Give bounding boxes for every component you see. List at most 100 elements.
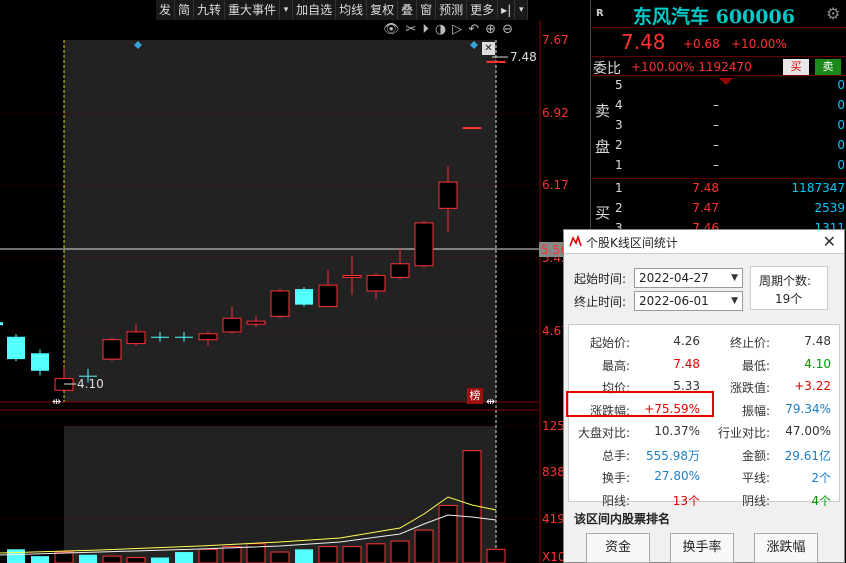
change-pct-highlight <box>566 391 714 417</box>
stat-label: 行业对比: <box>717 426 770 440</box>
toolbar-item-12[interactable]: ▸| <box>498 0 516 20</box>
stat-label: 平线: <box>741 471 770 485</box>
gear-icon[interactable]: ⚙ <box>826 4 840 23</box>
rank-turnover-button[interactable]: 换手率 <box>670 533 734 563</box>
candle-body <box>486 60 506 63</box>
rank-change-button[interactable]: 涨跌幅 <box>754 533 818 563</box>
stat-label: 阴线: <box>741 493 770 508</box>
scissors-icon[interactable]: ✂ <box>406 22 417 37</box>
quote-title-bar: R 东风汽车 600006 ⚙ <box>591 0 846 28</box>
rank-badge[interactable]: 榜 <box>467 388 483 404</box>
volume-bar <box>198 548 218 563</box>
volume-bar <box>366 543 386 563</box>
toolbar-item-3[interactable]: 重大事件 <box>225 0 281 20</box>
stat-label: 金额: <box>741 448 770 463</box>
bid-level: 2 <box>615 201 623 215</box>
stat-value: 10.37% <box>654 424 700 438</box>
dialog-header: 个股K线区间统计 ✕ <box>564 230 844 254</box>
stat-label: 终止价: <box>729 336 770 350</box>
close-icon[interactable]: ✕ <box>823 232 836 251</box>
undo-icon[interactable]: ↶ <box>468 22 479 37</box>
stat-label: 大盘对比: <box>577 426 630 440</box>
period-count-label: 周期个数: <box>759 274 812 288</box>
stat-label: 起始价: <box>589 336 630 350</box>
toolbar-item-8[interactable]: 叠 <box>398 0 418 20</box>
ask-row[interactable]: 2 – 0 <box>591 138 846 158</box>
bid-row[interactable]: 1 7.48 1187347 <box>591 181 846 201</box>
candle-body <box>318 284 338 308</box>
toolbar-item-6[interactable]: 均线 <box>336 0 368 20</box>
volume-bar <box>318 546 338 563</box>
stat-value: +3.22 <box>794 379 831 393</box>
eye-icon[interactable]: 👁 <box>383 22 400 37</box>
rank-section-title: 该区间内股票排名 <box>574 512 671 526</box>
candle-body <box>102 339 122 360</box>
stat-label: 阳线: <box>601 493 630 508</box>
end-time-select[interactable]: 2022-06-01 ▼ <box>634 291 743 311</box>
forward-icon[interactable]: ▷ <box>452 22 462 37</box>
chevron-down-icon: ▼ <box>731 296 738 306</box>
end-time-label: 终止时间: <box>574 295 627 309</box>
dialog-title: 个股K线区间统计 <box>586 236 678 250</box>
bid-volume: 1187347 <box>791 181 845 195</box>
candle-body <box>438 181 458 209</box>
range-shade <box>64 40 496 402</box>
bid-price: 7.48 <box>692 181 719 195</box>
toolbar-item-13[interactable]: ▾ <box>515 0 529 20</box>
ask-level: 3 <box>615 118 623 132</box>
toolbar-item-10[interactable]: 预测 <box>436 0 468 20</box>
toolbar-item-1[interactable]: 简 <box>175 0 195 20</box>
volume-bar <box>31 556 49 563</box>
r-badge: R <box>596 8 604 19</box>
zoom-in-icon[interactable]: ⊕ <box>485 22 496 37</box>
ask-row[interactable]: 1 – 0 <box>591 158 846 178</box>
volume-bar <box>79 554 97 563</box>
ask-row[interactable]: 3 – 0 <box>591 118 846 138</box>
start-time-value: 2022-04-27 <box>639 271 709 285</box>
high-marker-label: 7.48 <box>510 50 537 64</box>
toolbar-item-9[interactable]: 窗 <box>417 0 437 20</box>
toolbar-item-7[interactable]: 复权 <box>367 0 399 20</box>
stat-value: 555.98万 <box>646 448 700 463</box>
start-time-select[interactable]: 2022-04-27 ▼ <box>634 268 743 288</box>
stat-value: 2个 <box>811 471 831 485</box>
toolbar-item-2[interactable]: 九转 <box>194 0 226 20</box>
ask-row[interactable]: 4 – 0 <box>591 98 846 118</box>
close-range-icon[interactable]: ✕ <box>482 42 495 55</box>
toolbar-item-4[interactable]: ▾ <box>280 0 294 20</box>
sell-button[interactable]: 卖 <box>815 59 841 75</box>
volume-bar <box>270 551 290 563</box>
volume-bar <box>295 549 313 563</box>
volume-bar <box>486 548 506 563</box>
volume-bar <box>414 529 434 563</box>
ask-level: 2 <box>615 138 623 152</box>
bid-row[interactable]: 2 7.47 2539 <box>591 201 846 221</box>
candle-body <box>366 274 386 292</box>
volume-bar <box>126 557 146 563</box>
stat-label: 最低: <box>741 358 770 373</box>
play-icon[interactable]: ⏵ <box>422 22 429 37</box>
stat-label: 最高: <box>601 358 630 373</box>
rank-capital-button[interactable]: 资金 <box>586 533 650 563</box>
weibi-row: 委比 +100.00% 1192470 买 卖 <box>591 56 846 77</box>
stat-value: 7.48 <box>804 334 831 348</box>
stat-label: 总手: <box>601 448 630 463</box>
kline-svg[interactable]: 7.676.926.175.424.675.567.484.10⇹ ⇹125838… <box>0 0 590 563</box>
start-time-label: 起始时间: <box>574 272 627 286</box>
ask-row[interactable]: 5 0 <box>591 78 846 98</box>
range-end-handle-icon: ⇹ <box>486 395 495 408</box>
ask-price: – <box>713 118 719 132</box>
ask-level: 5 <box>615 78 623 92</box>
toolbar-item-11[interactable]: 更多 <box>467 0 499 20</box>
stock-name[interactable]: 东风汽车 600006 <box>633 2 795 29</box>
kline-chart[interactable]: 7.67 6.92 6.17 5.42 4.67 5.56 7.48 4.10 ⇹ ⇹ 125 838… <box>0 0 590 563</box>
candle-body <box>390 263 410 278</box>
candle-body <box>222 317 242 333</box>
last-price: 7.48 <box>621 30 666 54</box>
toolbar-item-0[interactable]: 发 <box>156 0 176 20</box>
stat-label: 换手: <box>601 471 630 485</box>
toolbar-item-5[interactable]: 加自选 <box>293 0 337 20</box>
zoom-out-icon[interactable]: ⊖ <box>502 22 513 37</box>
buy-button[interactable]: 买 <box>783 59 809 75</box>
toggle-icon[interactable]: ◑ <box>435 22 446 37</box>
